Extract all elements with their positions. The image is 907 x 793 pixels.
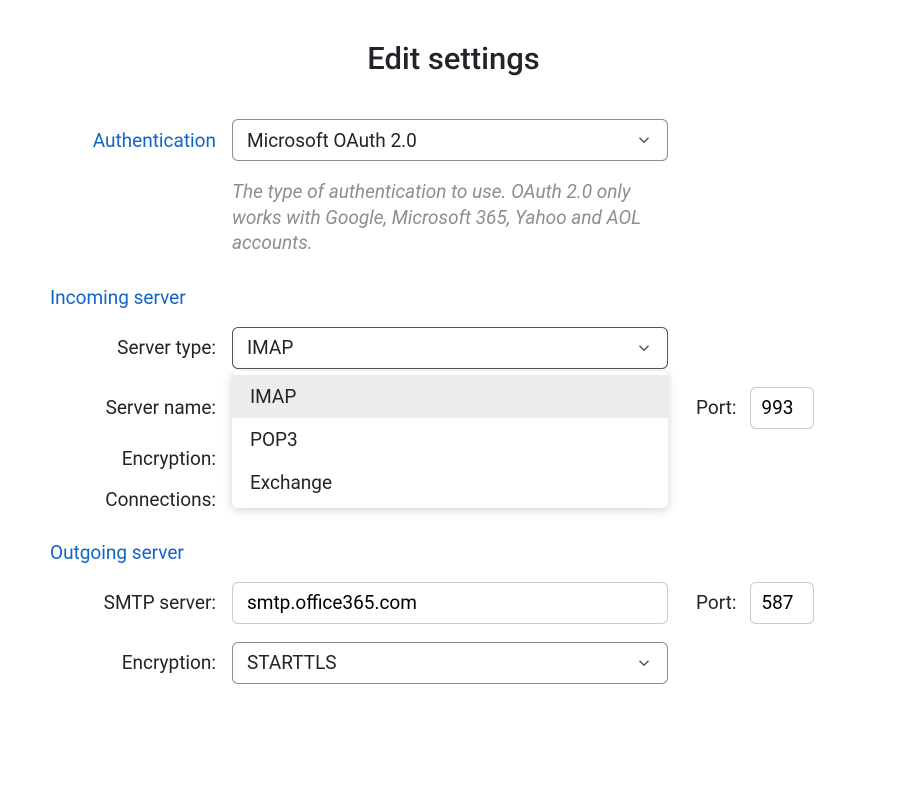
authentication-help: The type of authentication to use. OAuth… [232, 179, 668, 256]
server-type-option-pop3[interactable]: POP3 [232, 418, 668, 461]
server-type-row: Server type: IMAP IMAP POP3 Exchange [50, 327, 857, 369]
outgoing-port-label: Port: [696, 591, 736, 614]
server-type-select[interactable]: IMAP IMAP POP3 Exchange [232, 327, 668, 369]
server-type-value: IMAP [247, 336, 293, 359]
incoming-port-input[interactable] [750, 387, 814, 429]
outgoing-server-heading: Outgoing server [50, 541, 857, 564]
chevron-down-icon [635, 131, 653, 149]
authentication-label[interactable]: Authentication [50, 129, 232, 152]
incoming-port-label: Port: [696, 396, 736, 419]
smtp-label: SMTP server: [50, 591, 232, 614]
outgoing-encryption-row: Encryption: STARTTLS [50, 642, 857, 684]
chevron-down-icon [635, 654, 653, 672]
server-type-label: Server type: [50, 336, 232, 359]
smtp-row: SMTP server: Port: [50, 582, 857, 624]
incoming-encryption-label: Encryption: [50, 447, 232, 470]
page-title: Edit settings [50, 40, 857, 77]
outgoing-encryption-select[interactable]: STARTTLS [232, 642, 668, 684]
incoming-server-heading: Incoming server [50, 286, 857, 309]
authentication-value: Microsoft OAuth 2.0 [247, 129, 417, 152]
outgoing-encryption-label: Encryption: [50, 651, 232, 674]
authentication-row: Authentication Microsoft OAuth 2.0 [50, 119, 857, 161]
outgoing-port-input[interactable] [750, 582, 814, 624]
connections-label: Connections: [50, 488, 232, 511]
server-name-label: Server name: [50, 396, 232, 419]
smtp-server-input[interactable] [232, 582, 668, 624]
server-type-option-imap[interactable]: IMAP [232, 375, 668, 418]
authentication-select[interactable]: Microsoft OAuth 2.0 [232, 119, 668, 161]
chevron-down-icon [635, 339, 653, 357]
outgoing-encryption-value: STARTTLS [247, 651, 337, 674]
server-type-option-exchange[interactable]: Exchange [232, 461, 668, 504]
server-type-dropdown: IMAP POP3 Exchange [232, 371, 668, 508]
